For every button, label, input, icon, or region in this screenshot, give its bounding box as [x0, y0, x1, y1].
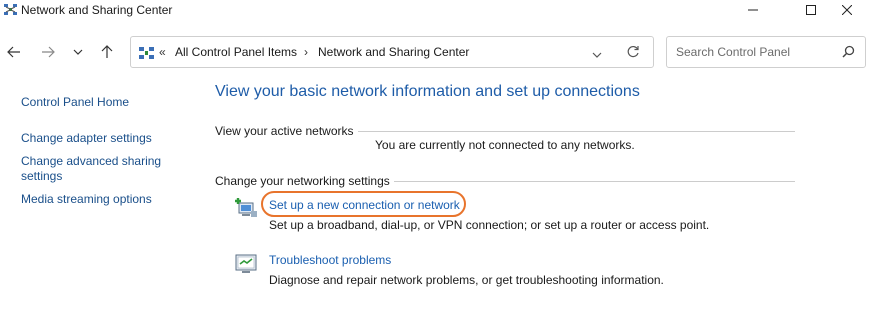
section-divider — [394, 181, 795, 182]
breadcrumb-network-center[interactable]: Network and Sharing Center — [318, 45, 469, 59]
up-button[interactable] — [96, 42, 118, 62]
network-status-text: You are currently not connected to any n… — [375, 138, 635, 152]
sidebar-item-media-streaming[interactable]: Media streaming options — [21, 192, 152, 207]
chevron-down-icon — [73, 49, 83, 55]
minimize-icon — [748, 9, 758, 11]
recent-locations-button[interactable] — [67, 42, 89, 62]
setup-connection-description: Set up a broadband, dial-up, or VPN conn… — [269, 218, 710, 232]
troubleshoot-link[interactable]: Troubleshoot problems — [269, 253, 391, 267]
arrow-up-icon — [101, 45, 113, 58]
network-sharing-icon — [4, 3, 17, 16]
window-title: Network and Sharing Center — [21, 3, 173, 17]
search-placeholder: Search Control Panel — [676, 45, 791, 59]
breadcrumb-overflow[interactable]: « — [159, 45, 166, 59]
address-bar[interactable]: « All Control Panel Items › Network and … — [130, 36, 654, 68]
address-dropdown-button[interactable] — [592, 47, 602, 61]
title-bar: Network and Sharing Center — [0, 0, 870, 22]
active-networks-title: View your active networks — [215, 124, 354, 138]
search-icon[interactable] — [842, 45, 855, 61]
page-title: View your basic network information and … — [215, 83, 640, 100]
highlight-annotation — [261, 191, 466, 217]
navigation-bar: « All Control Panel Items › Network and … — [0, 30, 870, 74]
section-divider — [358, 131, 795, 132]
chevron-down-icon — [592, 52, 602, 58]
sidebar-item-advanced-sharing[interactable]: Change advanced sharing settings — [21, 154, 181, 184]
arrow-right-icon — [42, 46, 55, 58]
breadcrumb-separator[interactable]: › — [304, 45, 308, 59]
maximize-icon — [806, 5, 816, 15]
arrow-left-icon — [7, 46, 20, 58]
sidebar-item-adapter-settings[interactable]: Change adapter settings — [21, 131, 152, 146]
minimize-button[interactable] — [730, 0, 776, 20]
refresh-icon — [627, 45, 639, 58]
networking-settings-title: Change your networking settings — [215, 174, 390, 188]
close-icon — [842, 5, 852, 15]
refresh-button[interactable] — [626, 45, 640, 62]
troubleshoot-icon — [234, 252, 258, 276]
close-button[interactable] — [824, 0, 870, 20]
search-box[interactable]: Search Control Panel — [666, 36, 866, 68]
troubleshoot-description: Diagnose and repair network problems, or… — [269, 273, 664, 287]
sidebar-item-control-panel-home[interactable]: Control Panel Home — [21, 95, 129, 110]
forward-button[interactable] — [37, 42, 59, 62]
back-button[interactable] — [3, 42, 25, 62]
control-panel-icon — [139, 46, 154, 60]
new-connection-icon — [234, 196, 258, 220]
breadcrumb-all-items[interactable]: All Control Panel Items — [175, 45, 297, 59]
